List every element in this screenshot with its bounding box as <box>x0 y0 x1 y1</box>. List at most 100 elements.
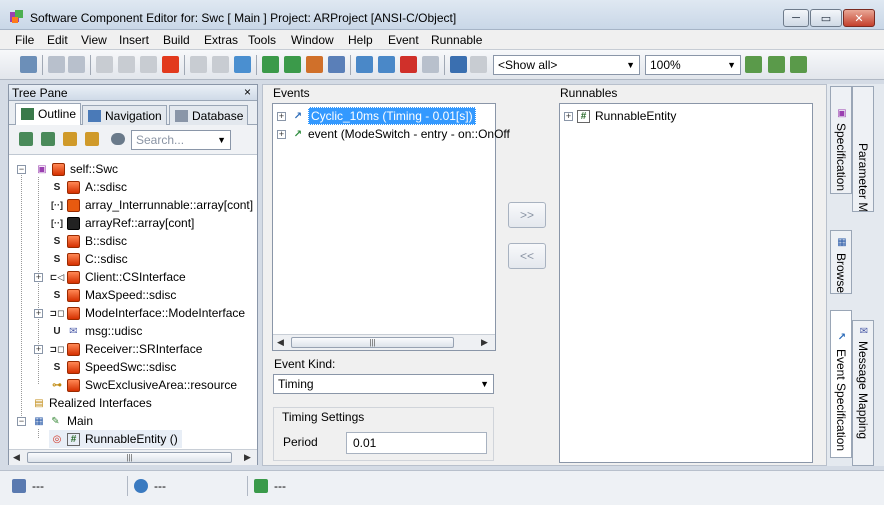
hide-icon[interactable] <box>470 56 487 73</box>
scroll-thumb[interactable]: ||| <box>27 452 232 463</box>
event-kind-select[interactable]: Timing ▼ <box>273 374 494 394</box>
expand-icon[interactable] <box>63 132 77 146</box>
redo-icon[interactable] <box>212 56 229 73</box>
tab-specification[interactable]: ▣ Specification <box>830 86 852 194</box>
refresh-icon[interactable] <box>234 56 251 73</box>
tree-node[interactable]: S SpeedSwc::sdisc <box>49 358 177 376</box>
expand-toggle[interactable]: + <box>34 273 43 282</box>
build-icon[interactable] <box>284 56 301 73</box>
print-icon[interactable] <box>68 56 85 73</box>
add-runnable-button[interactable]: >> <box>508 202 546 228</box>
tab-message-mapping[interactable]: ✉ Message Mapping <box>852 320 874 466</box>
tree-node[interactable]: ⊐◻ Receiver::SRInterface <box>49 340 202 358</box>
collapse-toggle[interactable]: − <box>17 417 26 426</box>
tree-node[interactable]: [··] array_Interrunnable::array[cont] <box>49 196 253 214</box>
period-input[interactable]: 0.01 <box>346 432 487 454</box>
minimize-button[interactable]: ─ <box>783 9 809 27</box>
expand-toggle[interactable]: + <box>34 345 43 354</box>
menu-view[interactable]: View <box>81 33 107 47</box>
tree-node-runnable-entity[interactable]: ◎ # RunnableEntity () <box>49 430 182 448</box>
sort-icon[interactable] <box>41 132 55 146</box>
menu-insert[interactable]: Insert <box>119 33 149 47</box>
tab-parameter-mapping[interactable]: Parameter Mapping <box>852 86 874 212</box>
check-icon[interactable] <box>328 56 345 73</box>
outline-icon <box>21 108 34 120</box>
tab-browse[interactable]: ▦ Browse <box>830 230 852 294</box>
paste-icon[interactable] <box>140 56 157 73</box>
tree-node[interactable]: S B::sdisc <box>49 232 127 250</box>
zoom-combo[interactable]: 100% ▼ <box>645 55 741 75</box>
events-horizontal-scrollbar[interactable]: ◀ ||| ▶ <box>273 334 495 350</box>
scroll-right-icon[interactable]: ▶ <box>481 337 488 348</box>
menu-help[interactable]: Help <box>348 33 373 47</box>
undo-icon[interactable] <box>190 56 207 73</box>
runnables-list[interactable]: + # RunnableEntity <box>559 103 813 463</box>
events-list[interactable]: + ↗ Cyclic_10ms (Timing - 0.01[s]) + ↗ e… <box>272 103 510 351</box>
close-icon[interactable]: × <box>244 85 251 99</box>
close-button[interactable]: ✕ <box>843 9 875 27</box>
menu-tools[interactable]: Tools <box>248 33 276 47</box>
maximize-button[interactable]: ▭ <box>810 9 842 27</box>
collapse-icon[interactable] <box>85 132 99 146</box>
tree-node[interactable]: S A::sdisc <box>49 178 127 196</box>
menu-build[interactable]: Build <box>163 33 190 47</box>
tree-horizontal-scrollbar[interactable]: ◀ ||| ▶ <box>9 449 257 465</box>
package-icon[interactable] <box>306 56 323 73</box>
menu-runnable[interactable]: Runnable <box>431 33 482 47</box>
search-input[interactable]: Search... ▼ <box>131 130 231 150</box>
show-icon[interactable] <box>450 56 467 73</box>
copy-icon[interactable] <box>118 56 135 73</box>
tab-database[interactable]: Database <box>169 105 249 125</box>
filter-combo[interactable]: <Show all> ▼ <box>493 55 640 75</box>
tree-node[interactable]: ⊐◻ ModeInterface::ModeInterface <box>49 304 245 322</box>
zoom-fit-icon[interactable] <box>790 56 807 73</box>
tree-node[interactable]: S MaxSpeed::sdisc <box>49 286 177 304</box>
generate-icon[interactable] <box>262 56 279 73</box>
tab-event-specification[interactable]: ↗ Event Specification <box>830 310 852 458</box>
tree-node-realized-interfaces[interactable]: ▤ Realized Interfaces <box>31 394 151 412</box>
browse-icon: ▦ <box>837 236 847 248</box>
add-port-icon[interactable] <box>378 56 395 73</box>
event-item-cyclic[interactable]: ↗ Cyclic_10ms (Timing - 0.01[s]) <box>290 107 476 125</box>
tree-node[interactable]: U ✉ msg::udisc <box>49 322 142 340</box>
scroll-right-icon[interactable]: ▶ <box>244 452 251 463</box>
delete-icon[interactable] <box>162 56 179 73</box>
cut-icon[interactable] <box>96 56 113 73</box>
tree-node-self-swc[interactable]: − ▣ self::Swc <box>17 160 118 178</box>
tree-node[interactable]: S C::sdisc <box>49 250 128 268</box>
add-component-icon[interactable] <box>356 56 373 73</box>
tree-node[interactable]: ⊏◁ Client::CSInterface <box>49 268 186 286</box>
menu-window[interactable]: Window <box>291 33 334 47</box>
expand-toggle[interactable]: + <box>564 112 573 121</box>
collapse-toggle[interactable]: − <box>17 164 26 174</box>
remove-runnable-button[interactable]: << <box>508 243 546 269</box>
period-label: Period <box>283 435 318 449</box>
event-item-modeswitch[interactable]: ↗ event (ModeSwitch - entry - on::OnOff <box>290 125 510 143</box>
scroll-left-icon[interactable]: ◀ <box>277 337 284 348</box>
tree-icon[interactable] <box>20 56 37 73</box>
scroll-thumb[interactable]: ||| <box>291 337 454 348</box>
zoom-in-icon[interactable] <box>745 56 762 73</box>
zoom-out-icon[interactable] <box>768 56 785 73</box>
save-icon[interactable] <box>48 56 65 73</box>
tree-node-main[interactable]: ▦ ✎ Main <box>31 412 93 430</box>
link-icon[interactable] <box>111 133 125 145</box>
menu-event[interactable]: Event <box>388 33 419 47</box>
expand-toggle[interactable]: + <box>277 112 286 121</box>
sdisc-icon: S <box>53 289 61 301</box>
expand-toggle[interactable]: + <box>277 130 286 139</box>
add-runnable-icon[interactable] <box>400 56 417 73</box>
runnable-item[interactable]: # RunnableEntity <box>577 107 676 125</box>
scroll-left-icon[interactable]: ◀ <box>13 452 20 463</box>
component-icon: ▣ <box>837 107 847 119</box>
tree-node[interactable]: [··] arrayRef::array[cont] <box>49 214 194 232</box>
menu-file[interactable]: File <box>15 33 34 47</box>
tree-node[interactable]: ⊶ SwcExclusiveArea::resource <box>49 376 237 394</box>
menu-extras[interactable]: Extras <box>204 33 238 47</box>
tab-navigation[interactable]: Navigation <box>82 105 167 125</box>
tab-outline[interactable]: Outline <box>15 103 82 125</box>
menu-edit[interactable]: Edit <box>47 33 68 47</box>
expand-toggle[interactable]: + <box>34 309 43 318</box>
filter-icon[interactable] <box>19 132 33 146</box>
connector-icon[interactable] <box>422 56 439 73</box>
